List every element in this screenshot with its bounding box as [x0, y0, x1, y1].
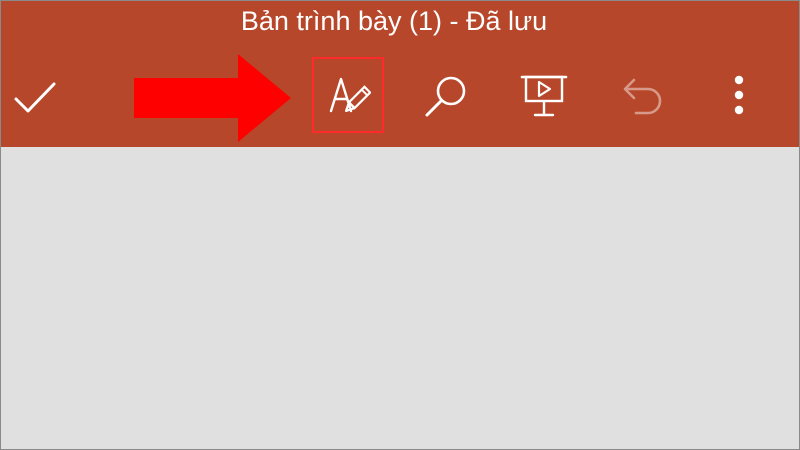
app-bar: Bản trình bày (1) - Đã lưu — [1, 1, 799, 147]
more-options-button[interactable] — [723, 71, 755, 123]
checkmark-icon — [14, 82, 56, 113]
red-arrow-annotation — [134, 54, 291, 142]
document-title: Bản trình bày (1) - Đã lưu — [240, 6, 548, 36]
slideshow-play-icon — [520, 75, 568, 117]
present-button[interactable] — [518, 71, 570, 123]
text-edit-pen-icon — [329, 77, 371, 113]
slide-canvas-area[interactable] — [1, 147, 799, 449]
undo-button[interactable] — [614, 71, 666, 123]
done-button[interactable] — [11, 73, 61, 123]
app-window: Bản trình bày (1) - Đã lưu — [0, 0, 800, 450]
search-icon — [425, 76, 466, 117]
edit-text-button[interactable] — [312, 57, 384, 133]
more-vertical-icon — [734, 75, 744, 115]
search-button[interactable] — [421, 71, 473, 123]
undo-icon — [623, 78, 662, 115]
